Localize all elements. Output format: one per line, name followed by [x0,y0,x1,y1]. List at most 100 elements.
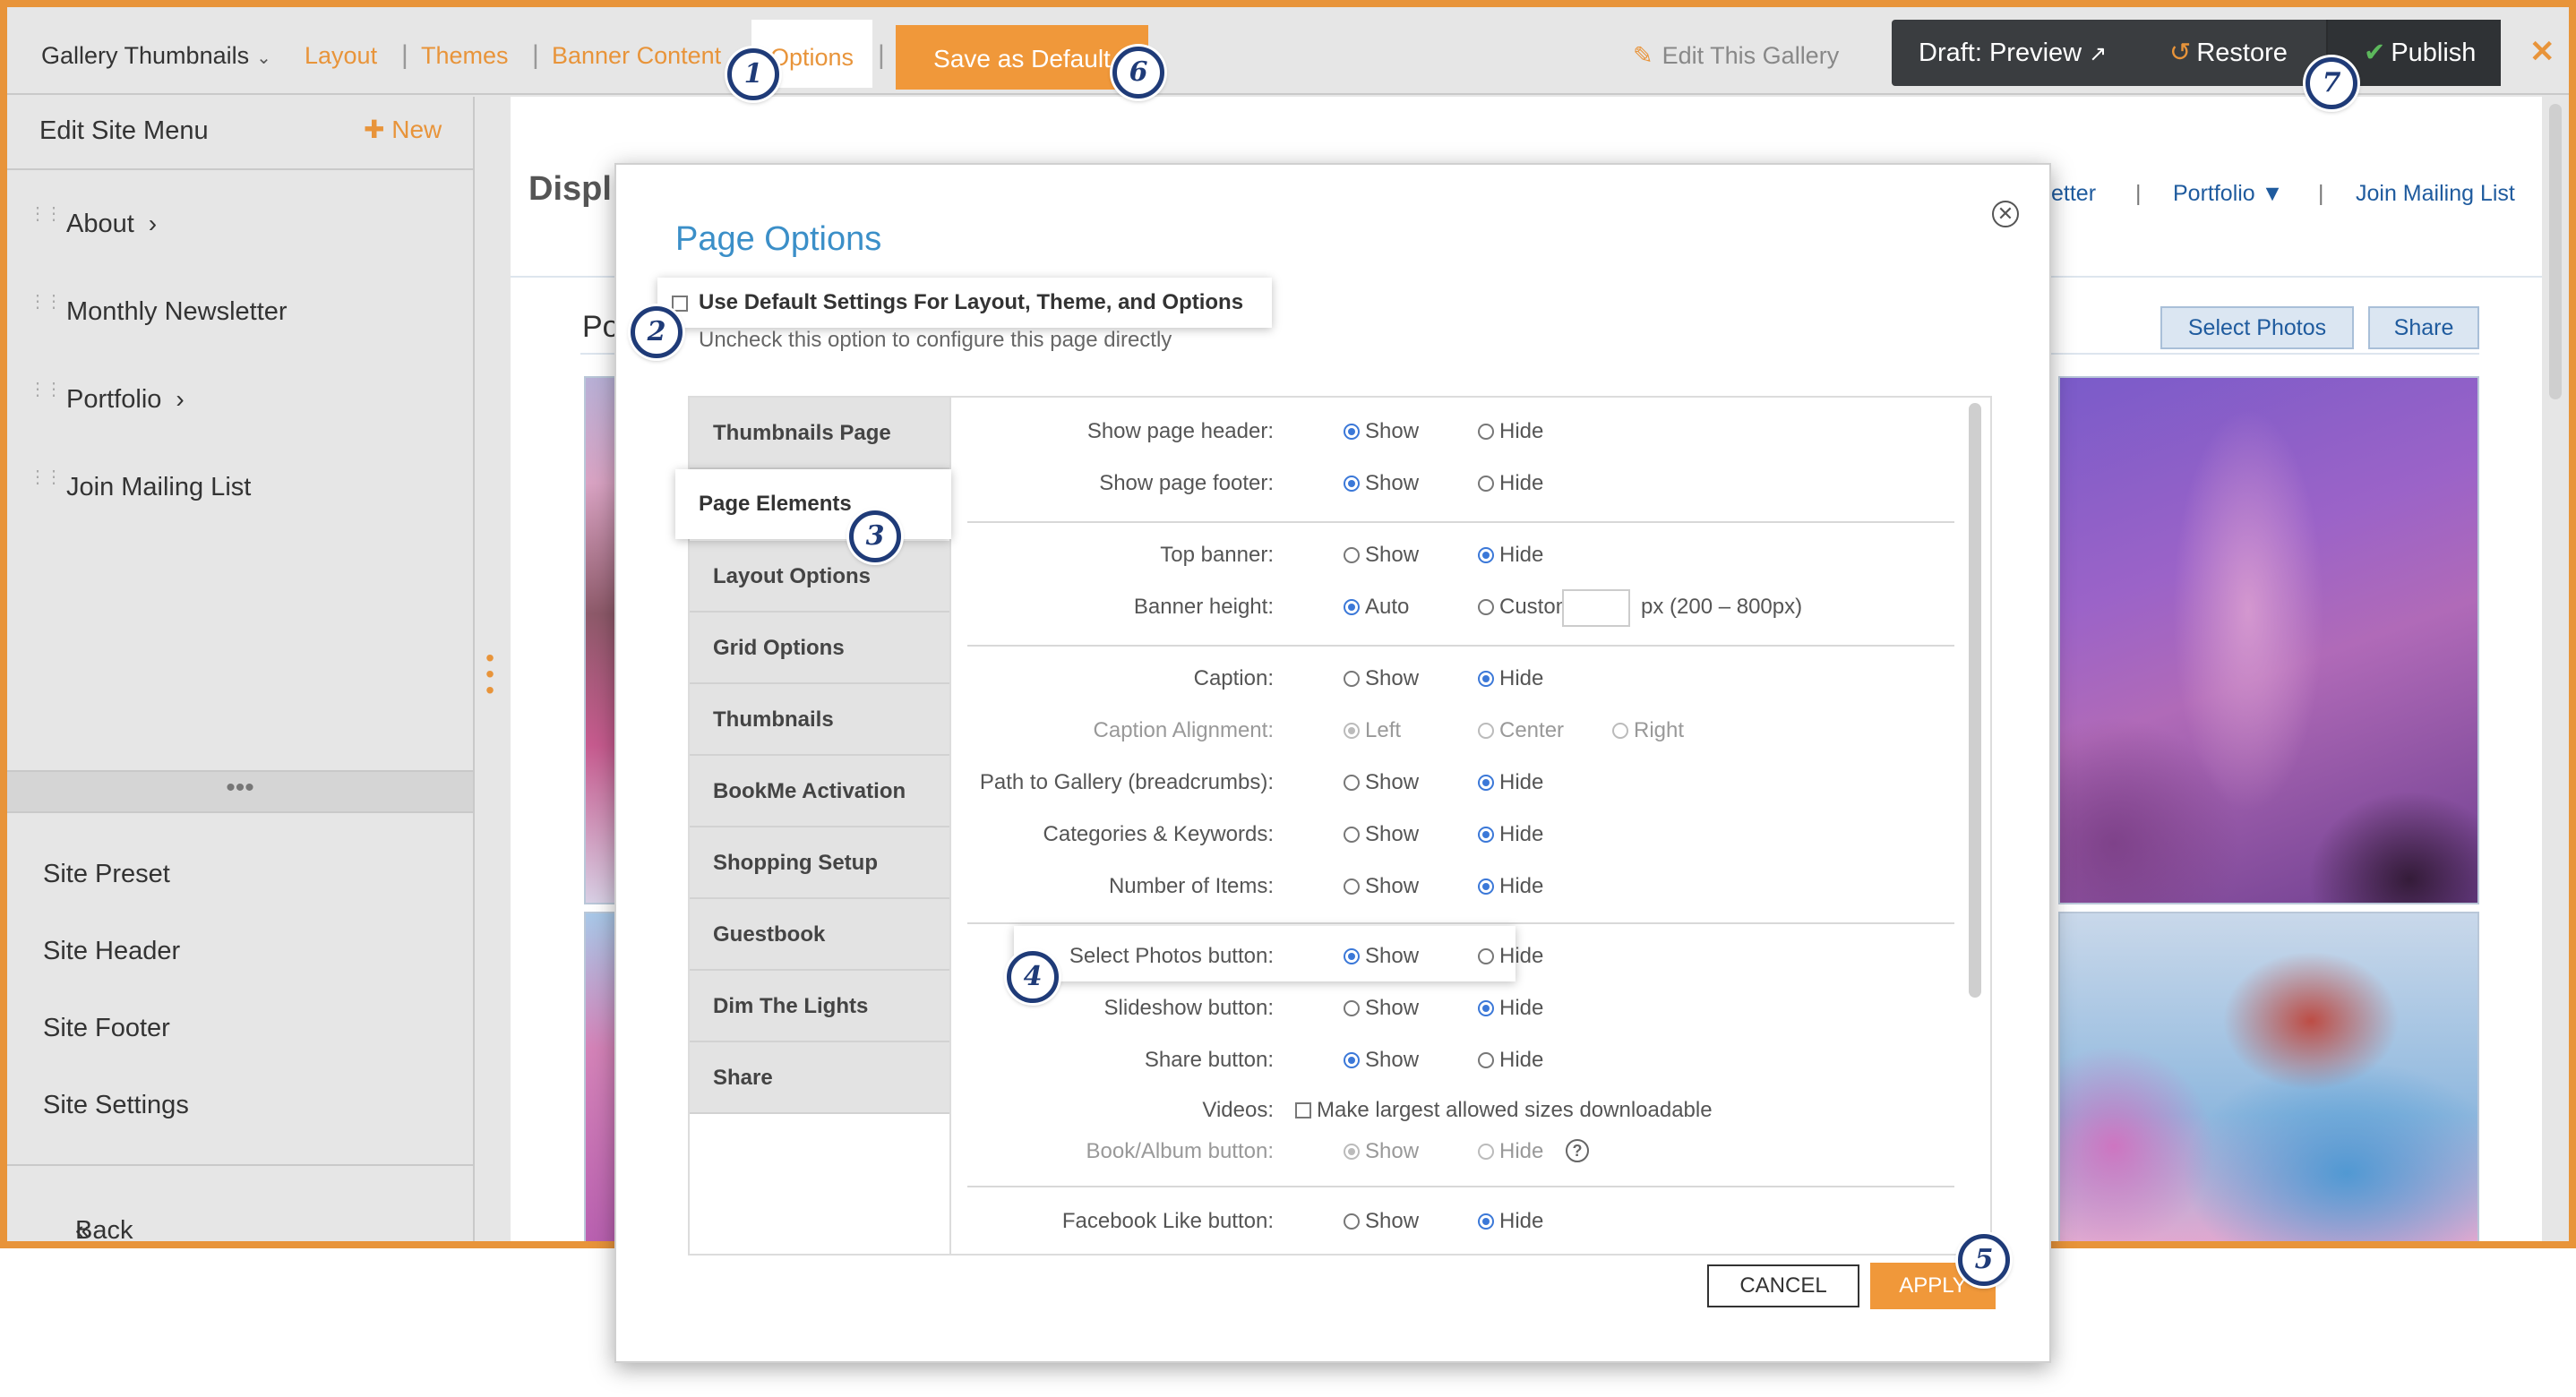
slideshow-hide-radio[interactable]: Hide [1478,996,1543,1021]
tab-themes[interactable]: Themes [421,29,509,82]
page-header-show-radio[interactable]: Show [1344,419,1419,444]
row-banner-height: Banner height: Auto Custom px (200 – 800… [951,589,1954,627]
callout-marker: 2 [631,306,683,358]
preview-select-photos-button[interactable]: Select Photos [2160,306,2354,349]
breadcrumbs-show-radio[interactable]: Show [1344,770,1419,795]
callout-marker: 7 [2306,57,2357,109]
slideshow-show-radio[interactable]: Show [1344,996,1419,1021]
share-hide-radio[interactable]: Hide [1478,1048,1543,1073]
section-divider [967,645,1954,647]
sidebar-site-footer[interactable]: Site Footer [43,1014,170,1043]
tab-guestbook[interactable]: Guestbook [690,899,949,971]
sidebar-item-about[interactable]: ⋮⋮ About › [7,193,473,256]
caption-show-radio[interactable]: Show [1344,666,1419,691]
share-show-radio[interactable]: Show [1344,1048,1419,1073]
top-banner-hide-radio[interactable]: Hide [1478,543,1543,568]
edit-gallery-link[interactable]: ✎ Edit This Gallery [1633,29,1839,82]
pencil-icon: ✎ [1633,42,1653,69]
row-label: Select Photos button: [1069,944,1274,968]
restore-button[interactable]: ↺ Restore [2169,20,2288,86]
banner-height-input[interactable] [1562,589,1630,627]
back-label: Back to Editor [75,1216,133,1245]
preview-nav-portfolio[interactable]: Portfolio ▼ [2173,181,2283,207]
categories-hide-radio[interactable]: Hide [1478,822,1543,847]
tab-layout-options[interactable]: Layout Options [690,541,949,613]
back-to-editor[interactable]: « Back to Editor [7,1164,473,1245]
row-caption-alignment: Caption Alignment: Left Center Right [951,713,1954,749]
save-as-default-button[interactable]: Save as Default [896,25,1148,90]
book-album-hide-radio: Hide [1478,1139,1543,1164]
drag-handle-icon[interactable]: ⋮⋮ [29,205,63,235]
row-label: Caption: [1193,666,1274,690]
breadcrumbs-hide-radio[interactable]: Hide [1478,770,1543,795]
cancel-button[interactable]: CANCEL [1707,1264,1859,1307]
sidebar-item-portfolio[interactable]: ⋮⋮ Portfolio › [7,369,473,432]
dialog-title: Page Options [675,220,882,258]
options-scrollbar[interactable] [1969,403,1981,998]
row-number-of-items: Number of Items: Show Hide [951,869,1954,904]
preview-scrollbar[interactable] [2549,104,2562,399]
row-book-album-button: Book/Album button: Show Hide ? [951,1134,1954,1170]
plus-icon: ✚ [364,116,385,143]
publish-label: Publish [2391,39,2477,67]
gallery-title: Gallery Thumbnails [41,42,250,69]
row-label: Show page header: [1086,419,1274,443]
tab-page-elements[interactable]: Page Elements [675,469,951,539]
tab-dim-the-lights[interactable]: Dim The Lights [690,971,949,1042]
banner-height-auto-radio[interactable]: Auto [1344,595,1409,620]
sidebar-item-join-mailing-list[interactable]: ⋮⋮ Join Mailing List [7,457,473,519]
help-icon[interactable]: ? [1566,1137,1589,1162]
use-default-settings-label[interactable]: Use Default Settings For Layout, Theme, … [699,290,1243,315]
close-circle-icon[interactable]: ✕ [1992,201,2019,227]
sidebar-site-header[interactable]: Site Header [43,937,180,966]
page-footer-hide-radio[interactable]: Hide [1478,471,1543,496]
videos-downloadable-checkbox[interactable]: Make largest allowed sizes downloadable [1295,1098,1713,1123]
drag-handle-icon[interactable]: ⋮⋮ [29,293,63,322]
sidebar-site-preset[interactable]: Site Preset [43,860,170,889]
tab-layout[interactable]: Layout [305,29,377,82]
panel-resize-handle[interactable]: • • • [485,646,494,704]
close-icon[interactable]: ✕ [2529,34,2555,70]
preview-nav-newsletter[interactable]: etter [2051,181,2096,207]
tab-share[interactable]: Share [690,1042,949,1114]
thumbnail-photo[interactable] [2058,376,2479,904]
drag-handle-icon[interactable]: ⋮⋮ [29,381,63,410]
banner-height-unit: px (200 – 800px) [1641,595,1803,619]
tab-thumbnails[interactable]: Thumbnails [690,684,949,756]
tab-banner-content[interactable]: Banner Content [552,29,721,82]
tab-shopping-setup[interactable]: Shopping Setup [690,827,949,899]
sidebar-item-monthly-newsletter[interactable]: ⋮⋮ Monthly Newsletter [7,281,473,344]
tab-grid-options[interactable]: Grid Options [690,613,949,684]
num-items-show-radio[interactable]: Show [1344,874,1419,899]
tab-thumbnails-page[interactable]: Thumbnails Page [690,398,949,469]
sidebar-item-label: About [66,210,134,238]
callout-marker: 3 [849,510,901,562]
caption-align-center-radio: Center [1478,718,1564,743]
facebook-hide-radio[interactable]: Hide [1478,1209,1543,1234]
row-label: Path to Gallery (breadcrumbs): [979,770,1274,794]
banner-height-custom-radio[interactable]: Custom [1478,595,1574,620]
drag-handle-icon[interactable]: ⋮⋮ [29,468,63,498]
preview-share-button[interactable]: Share [2368,306,2479,349]
caption-hide-radio[interactable]: Hide [1478,666,1543,691]
new-page-button[interactable]: ✚ New [364,115,442,144]
top-banner-show-radio[interactable]: Show [1344,543,1419,568]
sidebar-resize-divider[interactable]: ••• [7,770,473,813]
draft-preview-button[interactable]: Draft: Preview ↗ [1919,20,2107,86]
use-default-settings-checkbox[interactable] [672,296,688,312]
row-label: Caption Alignment: [1093,718,1274,742]
num-items-hide-radio[interactable]: Hide [1478,874,1543,899]
row-label: Videos: [1202,1098,1274,1122]
select-photos-hide-radio[interactable]: Hide [1478,944,1543,969]
sidebar-site-settings[interactable]: Site Settings [43,1091,189,1120]
facebook-show-radio[interactable]: Show [1344,1209,1419,1234]
section-divider [967,1186,1954,1187]
page-header-hide-radio[interactable]: Hide [1478,419,1543,444]
thumbnail-photo[interactable] [2058,912,2479,1241]
gallery-selector[interactable]: Gallery Thumbnails ⌄ [41,29,271,82]
select-photos-show-radio[interactable]: Show [1344,944,1419,969]
tab-bookme-activation[interactable]: BookMe Activation [690,756,949,827]
preview-nav-join-mailing-list[interactable]: Join Mailing List [2356,181,2515,207]
categories-show-radio[interactable]: Show [1344,822,1419,847]
page-footer-show-radio[interactable]: Show [1344,471,1419,496]
